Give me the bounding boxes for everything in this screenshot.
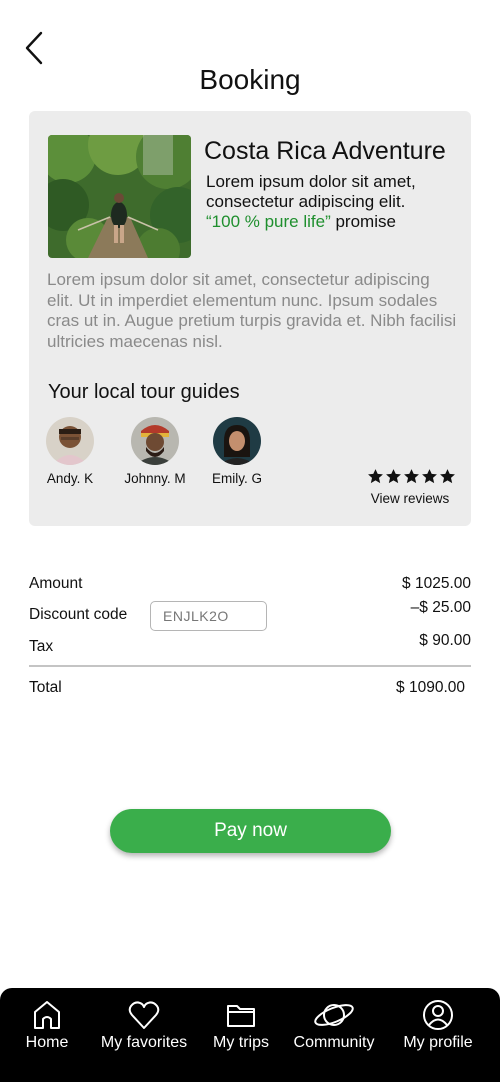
page-title: Booking bbox=[199, 64, 301, 95]
back-button[interactable] bbox=[20, 30, 50, 66]
chevron-left-icon bbox=[25, 31, 43, 65]
total-value: $ 1090.00 bbox=[396, 679, 465, 696]
tab-community[interactable]: Community bbox=[288, 998, 380, 1052]
guides-heading: Your local tour guides bbox=[48, 381, 240, 403]
tab-label: My trips bbox=[213, 1034, 269, 1051]
amount-value: $ 1025.00 bbox=[402, 575, 471, 592]
pay-now-button[interactable]: Pay now bbox=[110, 809, 391, 853]
star-icon bbox=[440, 469, 455, 484]
tour-title: Costa Rica Adventure bbox=[204, 137, 446, 165]
tab-home[interactable]: Home bbox=[16, 998, 78, 1052]
tour-description: Lorem ipsum dolor sit amet, consectetur … bbox=[47, 270, 457, 351]
avatar bbox=[131, 417, 179, 465]
guide-emily[interactable]: Emily. G bbox=[192, 417, 282, 486]
tour-photo bbox=[48, 135, 191, 258]
avatar bbox=[213, 417, 261, 465]
tour-subtitle-line: Lorem ipsum dolor sit amet, consectetur … bbox=[206, 172, 416, 211]
tour-promise-suffix: promise bbox=[330, 212, 396, 231]
tab-label: My favorites bbox=[100, 1034, 188, 1051]
folder-icon bbox=[227, 1005, 255, 1027]
guide-johnny[interactable]: Johnny. M bbox=[110, 417, 200, 486]
heart-icon bbox=[128, 1001, 160, 1029]
amount-label: Amount bbox=[29, 575, 83, 592]
tab-my-trips[interactable]: My trips bbox=[208, 998, 274, 1052]
user-circle-icon bbox=[423, 1000, 453, 1030]
tab-label: My profile bbox=[403, 1034, 473, 1051]
bottom-tab-bar: Home My favorites My trips Community My … bbox=[0, 988, 500, 1082]
star-icon bbox=[368, 469, 383, 484]
tax-value: $ 90.00 bbox=[419, 632, 471, 649]
avatar bbox=[46, 417, 94, 465]
tab-my-favorites[interactable]: My favorites bbox=[96, 998, 192, 1052]
discount-code-input[interactable] bbox=[150, 601, 267, 631]
discount-value: –$ 25.00 bbox=[410, 599, 471, 616]
home-icon bbox=[34, 1001, 60, 1029]
guide-name: Emily. G bbox=[212, 471, 262, 486]
tab-label: Home bbox=[25, 1034, 69, 1051]
tab-label: Community bbox=[293, 1034, 375, 1051]
star-icon bbox=[386, 469, 401, 484]
tour-promise-highlight: “100 % pure life” bbox=[206, 212, 331, 231]
total-label: Total bbox=[29, 679, 62, 696]
tour-card: Costa Rica Adventure Lorem ipsum dolor s… bbox=[29, 111, 471, 526]
guide-andy[interactable]: Andy. K bbox=[25, 417, 115, 486]
tax-label: Tax bbox=[29, 638, 54, 655]
view-reviews-link[interactable]: View reviews bbox=[364, 491, 456, 506]
guide-name: Johnny. M bbox=[124, 471, 186, 486]
guide-name: Andy. K bbox=[46, 471, 94, 486]
tab-my-profile[interactable]: My profile bbox=[398, 998, 478, 1052]
star-icon bbox=[422, 469, 437, 484]
rating-stars bbox=[367, 468, 456, 485]
planet-icon bbox=[314, 1004, 354, 1026]
star-icon bbox=[404, 469, 419, 484]
jungle-bridge-photo bbox=[48, 135, 191, 258]
summary-divider bbox=[29, 665, 471, 667]
discount-label: Discount code bbox=[29, 606, 128, 623]
tour-subtitle: Lorem ipsum dolor sit amet, consectetur … bbox=[206, 172, 466, 232]
